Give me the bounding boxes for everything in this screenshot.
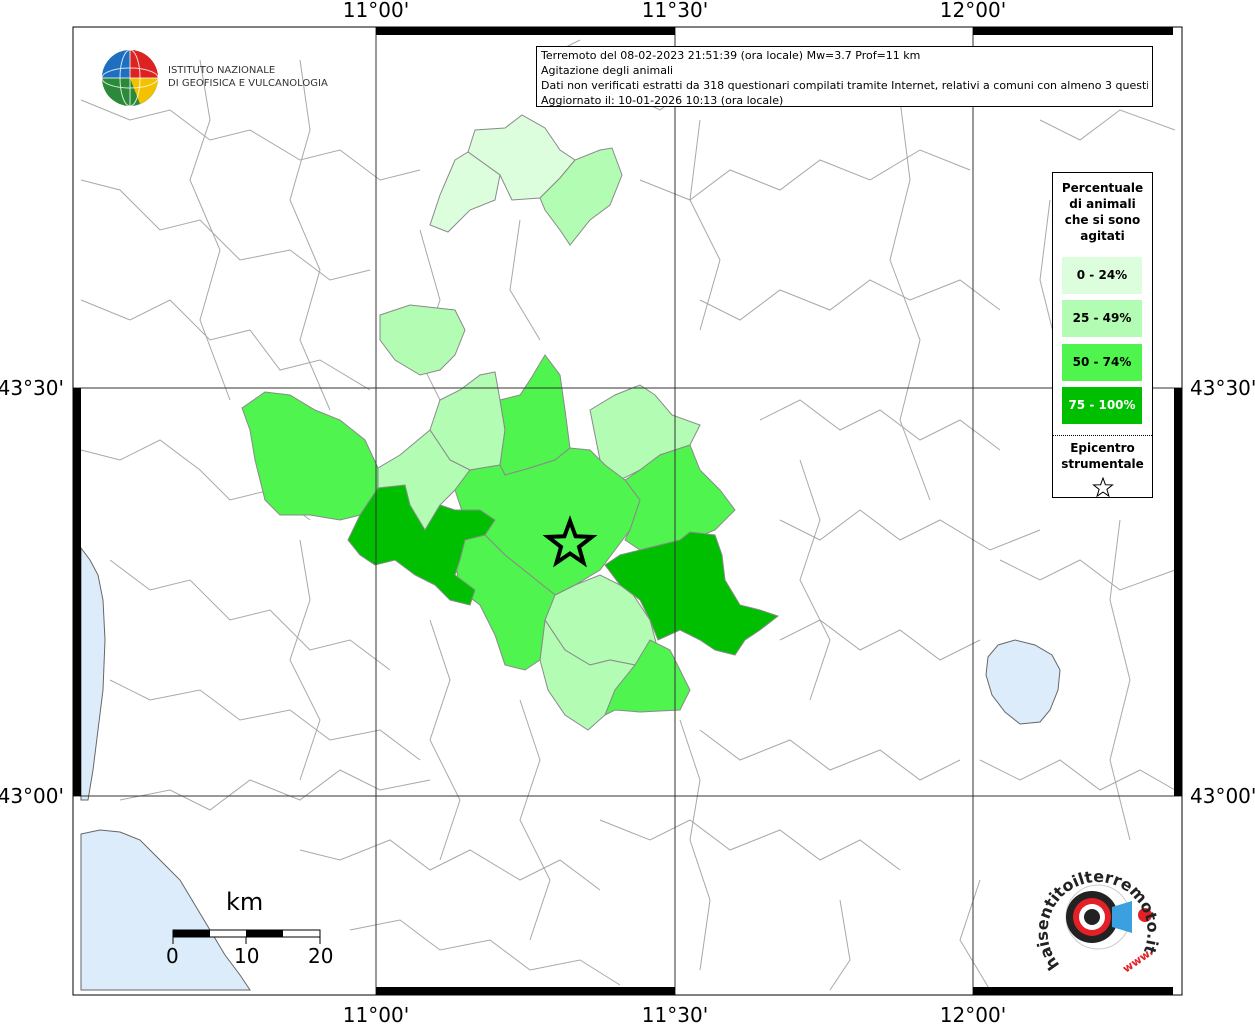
scale-unit-label: km	[226, 888, 264, 916]
scale-tick-20: 20	[308, 944, 334, 968]
event-info-line1: Terremoto del 08-02-2023 21:51:39 (ora l…	[541, 49, 921, 62]
event-info-box: Terremoto del 08-02-2023 21:51:39 (ora l…	[536, 46, 1153, 107]
lat-label-left-1: 43°30'	[0, 376, 64, 400]
hst-logo-www: www.	[1120, 945, 1155, 975]
lat-label-left-2: 43°00'	[0, 784, 64, 808]
ingv-name-line1: ISTITUTO NAZIONALE	[168, 65, 276, 76]
lon-label-top-1: 11°00'	[343, 0, 409, 22]
event-info-line2: Agitazione degli animali	[541, 64, 674, 77]
haisentitoilterremoto-logo: haisentitoilterremoto.it www.	[1032, 867, 1162, 976]
legend-class-0-24: 0 - 24%	[1062, 257, 1142, 294]
ingv-name: ISTITUTO NAZIONALE DI GEOFISICA E VULCAN…	[168, 64, 328, 90]
lat-label-right-1: 43°30'	[1190, 376, 1255, 400]
legend-star-icon	[1092, 477, 1114, 497]
lon-label-bottom-2: 11°30'	[642, 1003, 708, 1024]
legend-separator	[1053, 435, 1152, 436]
event-info-line4: Aggiornato il: 10-01-2026 10:13 (ora loc…	[541, 94, 784, 107]
event-info-line3: Dati non verificati estratti da 318 ques…	[541, 79, 1148, 92]
lon-label-top-3: 12°00'	[940, 0, 1006, 22]
lon-label-bottom-1: 11°00'	[343, 1003, 409, 1024]
legend-class-75-100: 75 - 100%	[1062, 387, 1142, 424]
legend-title: Percentuale di animali che si sono agita…	[1061, 181, 1144, 243]
scale-tick-0: 0	[166, 944, 179, 968]
ingv-name-line2: DI GEOFISICA E VULCANOLOGIA	[168, 78, 328, 89]
lon-label-top-2: 11°30'	[642, 0, 708, 22]
legend-class-50-74: 50 - 74%	[1062, 344, 1142, 381]
legend: Percentuale di animali che si sono agita…	[1052, 172, 1153, 498]
legend-class-25-49: 25 - 49%	[1062, 300, 1142, 337]
scale-tick-10: 10	[234, 944, 260, 968]
lon-label-bottom-3: 12°00'	[940, 1003, 1006, 1024]
lat-label-right-2: 43°00'	[1190, 784, 1255, 808]
legend-epicenter-label: Epicentro strumentale	[1061, 441, 1144, 471]
ingv-logo	[101, 49, 159, 107]
